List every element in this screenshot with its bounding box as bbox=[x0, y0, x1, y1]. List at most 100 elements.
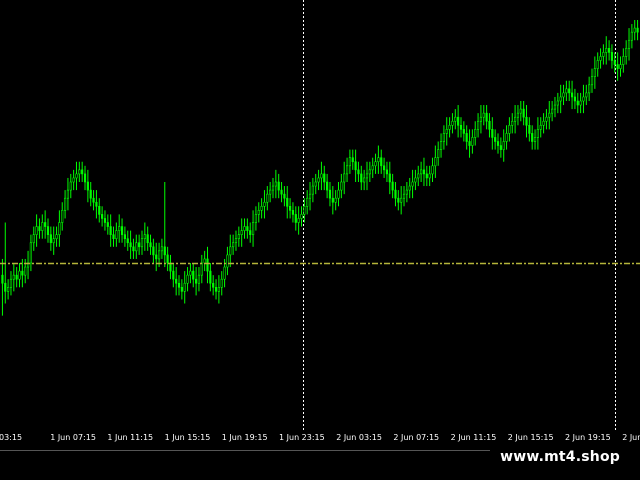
candle bbox=[508, 117, 511, 142]
candle bbox=[556, 92, 559, 114]
candle bbox=[306, 190, 309, 215]
candle bbox=[195, 267, 198, 296]
candle bbox=[360, 165, 363, 191]
candlestick-plot[interactable] bbox=[0, 0, 640, 430]
candle bbox=[311, 177, 314, 203]
candle bbox=[78, 161, 81, 182]
candle bbox=[391, 173, 394, 199]
candle bbox=[368, 161, 371, 182]
candle bbox=[380, 149, 383, 174]
candle bbox=[625, 40, 628, 65]
candle bbox=[482, 105, 485, 126]
candle bbox=[249, 222, 252, 243]
candle bbox=[220, 271, 223, 296]
candle bbox=[326, 173, 329, 199]
candle bbox=[582, 84, 585, 114]
candle bbox=[545, 109, 548, 130]
candle bbox=[35, 214, 38, 247]
candle bbox=[72, 169, 75, 191]
candle bbox=[106, 214, 109, 235]
candle bbox=[465, 125, 468, 150]
candle bbox=[345, 157, 349, 182]
time-tick-label: 2 Jun 11:15 bbox=[450, 433, 497, 442]
candle bbox=[129, 230, 132, 259]
candle bbox=[442, 125, 445, 150]
candle bbox=[44, 210, 47, 239]
candle bbox=[192, 263, 195, 288]
candle bbox=[206, 246, 209, 284]
candle bbox=[585, 84, 588, 106]
candle bbox=[46, 218, 50, 243]
candle bbox=[15, 267, 18, 288]
candle bbox=[126, 230, 129, 251]
candle bbox=[439, 133, 443, 158]
candle bbox=[317, 169, 320, 191]
candle bbox=[18, 263, 21, 288]
candle bbox=[283, 186, 286, 207]
candle bbox=[38, 218, 41, 239]
candle bbox=[599, 48, 602, 69]
candle bbox=[365, 161, 369, 191]
candle bbox=[334, 190, 337, 211]
candle bbox=[180, 279, 183, 300]
candle bbox=[243, 218, 246, 239]
candle bbox=[251, 210, 255, 247]
candle bbox=[286, 186, 289, 219]
candle bbox=[41, 214, 44, 239]
candle bbox=[388, 161, 391, 195]
candle bbox=[605, 36, 608, 65]
candle bbox=[570, 80, 574, 110]
candle bbox=[610, 44, 614, 69]
candle bbox=[183, 271, 186, 304]
candle bbox=[58, 210, 61, 247]
candle bbox=[109, 214, 112, 247]
candle bbox=[234, 230, 238, 251]
candle bbox=[226, 246, 229, 276]
candle bbox=[525, 105, 528, 138]
time-tick-label: 1 Jun 11:15 bbox=[107, 433, 154, 442]
candle bbox=[209, 263, 212, 292]
candle bbox=[457, 105, 460, 138]
candle bbox=[186, 267, 189, 292]
candle bbox=[175, 267, 178, 296]
candle bbox=[596, 52, 599, 77]
candle bbox=[337, 182, 340, 207]
candle bbox=[203, 250, 206, 272]
candle bbox=[454, 109, 457, 130]
candle bbox=[411, 169, 414, 199]
candle bbox=[95, 190, 98, 219]
candle bbox=[297, 206, 300, 235]
candle bbox=[633, 20, 636, 41]
candle bbox=[539, 117, 542, 138]
candle bbox=[414, 169, 417, 191]
candle bbox=[266, 186, 269, 211]
candle bbox=[579, 92, 582, 114]
candle bbox=[607, 40, 611, 61]
watermark-text: www.mt4.shop bbox=[490, 442, 640, 472]
candle bbox=[428, 165, 431, 187]
candle bbox=[400, 186, 403, 215]
candle bbox=[602, 44, 605, 65]
candle bbox=[26, 250, 30, 280]
candle bbox=[374, 153, 377, 174]
candle bbox=[354, 149, 357, 182]
candle bbox=[536, 117, 539, 150]
candle bbox=[422, 157, 426, 187]
candle bbox=[528, 117, 531, 142]
candle bbox=[112, 226, 115, 247]
price-chart[interactable] bbox=[0, 0, 640, 430]
candle bbox=[588, 76, 591, 101]
candle bbox=[55, 226, 58, 247]
time-tick-label: 2 Jun 23:15 bbox=[622, 433, 640, 442]
candle bbox=[420, 161, 423, 182]
candle bbox=[291, 202, 295, 223]
candle bbox=[189, 263, 192, 284]
candle bbox=[494, 129, 497, 150]
candle bbox=[622, 48, 625, 73]
candle bbox=[160, 238, 164, 259]
candle bbox=[405, 182, 408, 203]
candle bbox=[152, 238, 155, 263]
candle bbox=[7, 279, 10, 300]
candle bbox=[382, 157, 386, 178]
candle bbox=[542, 113, 545, 134]
